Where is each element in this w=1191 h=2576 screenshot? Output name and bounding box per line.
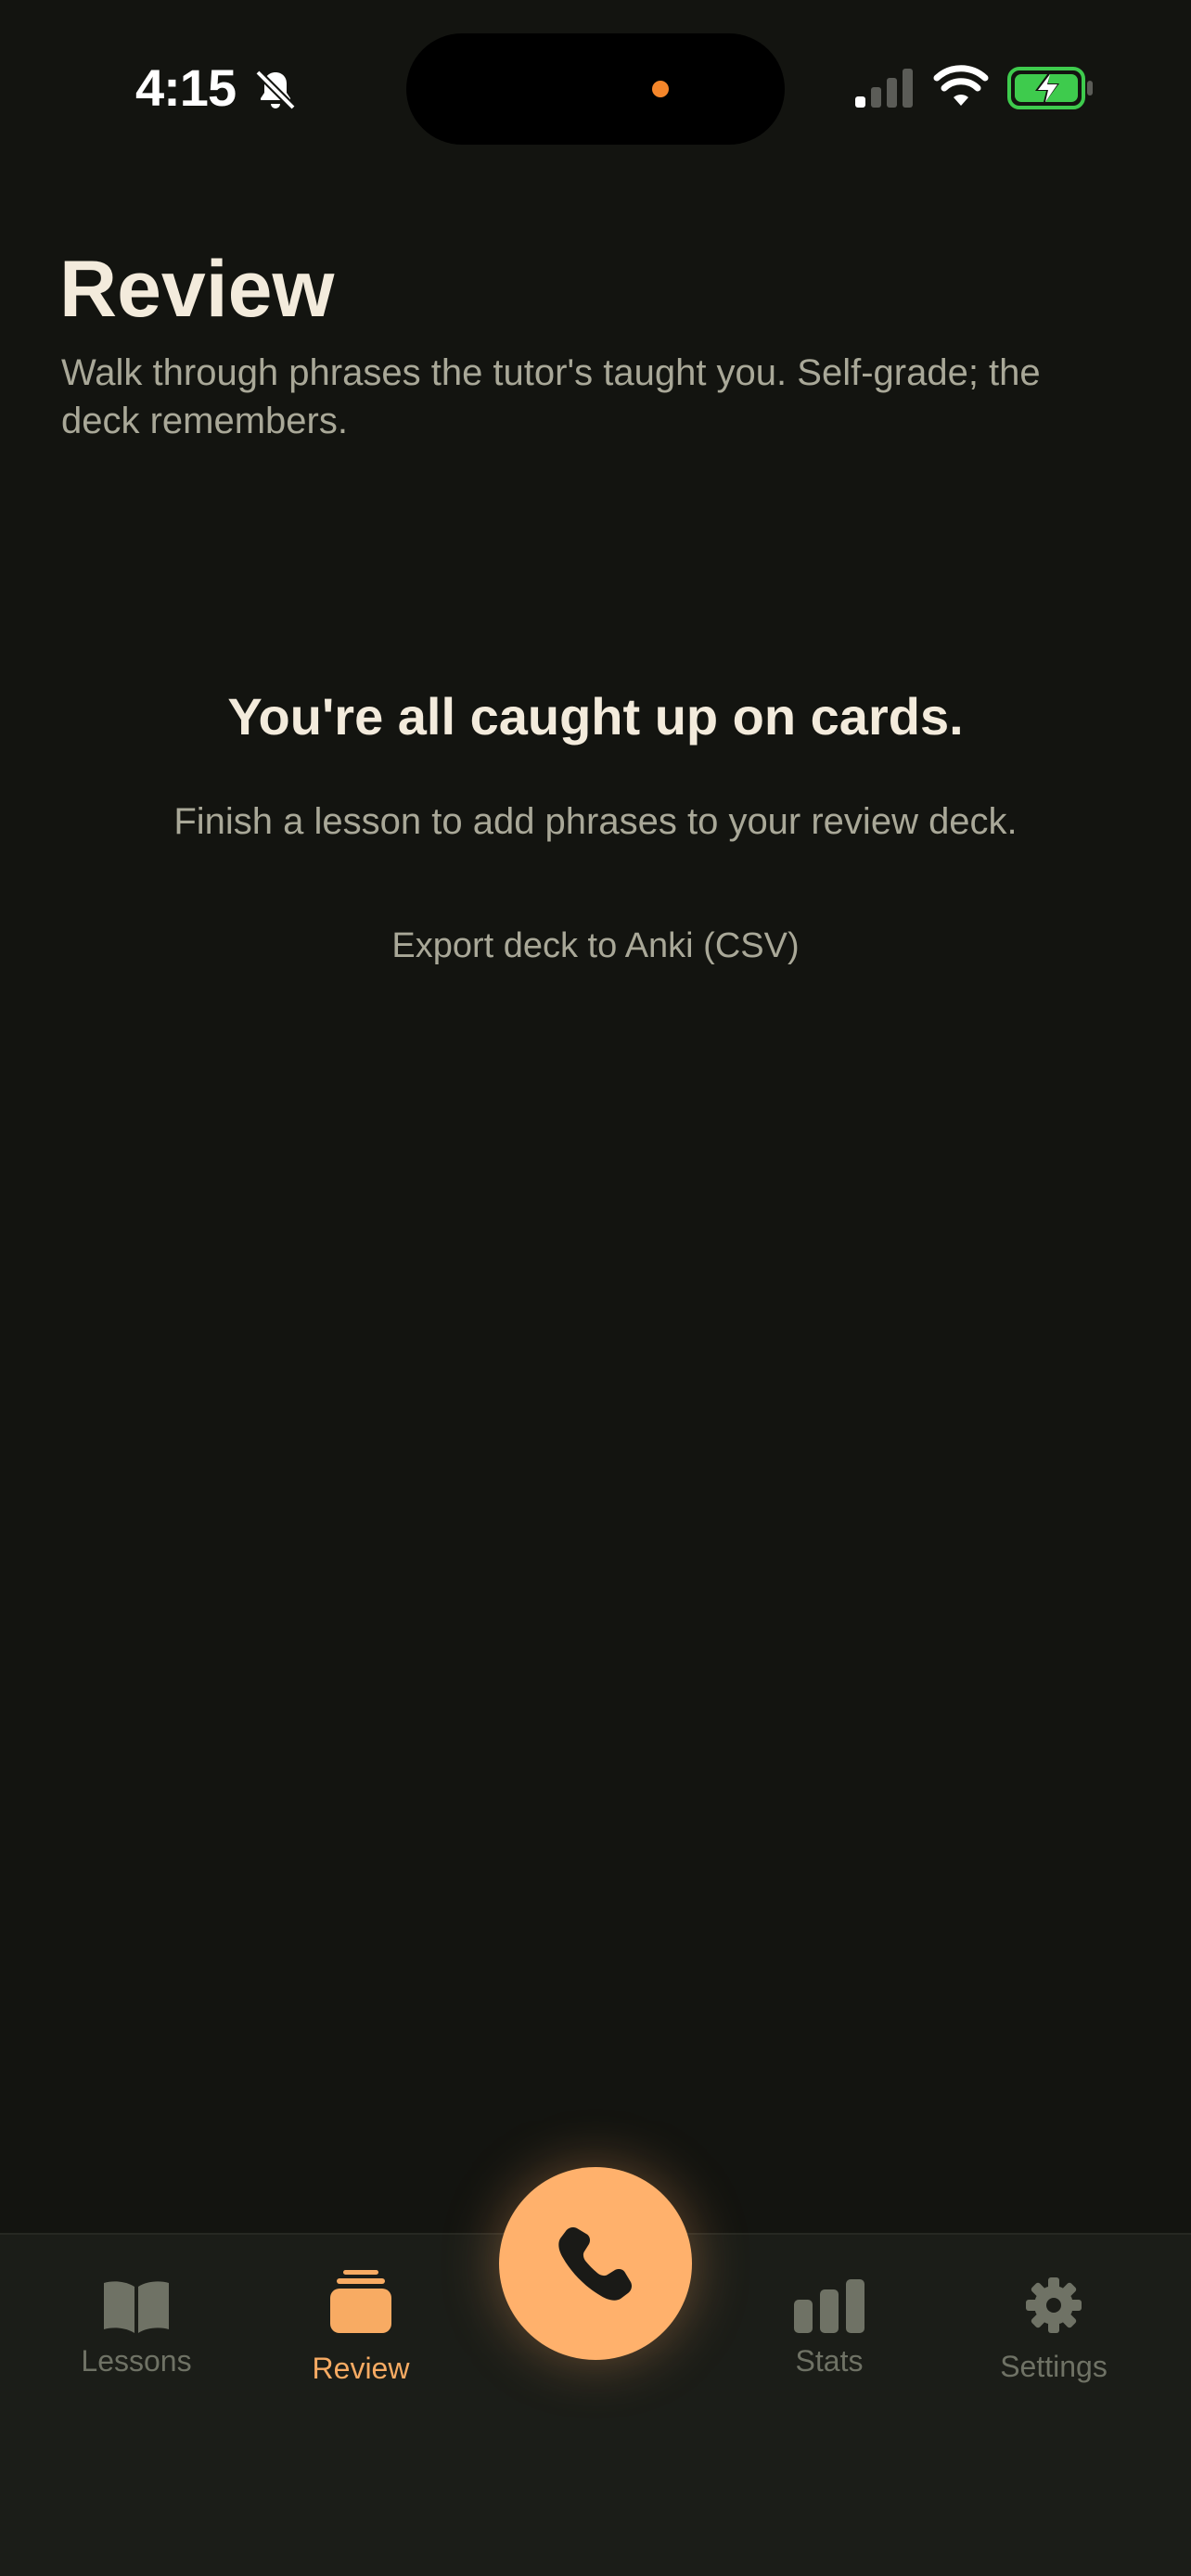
tab-stats[interactable]: Stats (727, 2235, 931, 2420)
tab-settings-label: Settings (1000, 2350, 1108, 2383)
tab-stats-label: Stats (795, 2344, 864, 2378)
phone-icon (558, 2227, 632, 2301)
status-time: 4:15 (135, 58, 237, 117)
tab-settings[interactable]: Settings (952, 2235, 1156, 2420)
tab-lessons[interactable]: Lessons (34, 2235, 238, 2420)
export-anki-button[interactable]: Export deck to Anki (CSV) (317, 916, 874, 976)
tab-lessons-label: Lessons (81, 2344, 192, 2378)
battery-charging-icon (1007, 67, 1093, 109)
page-title: Review (59, 245, 335, 334)
book-icon (104, 2281, 169, 2333)
screen: 4:15 Review Walk through phrases the tut… (0, 0, 1191, 2576)
empty-state-title: You're all caught up on cards. (227, 687, 964, 746)
tab-review[interactable]: Review (259, 2235, 463, 2420)
tab-review-label: Review (312, 2352, 410, 2385)
call-tutor-button[interactable] (499, 2167, 692, 2360)
bar-chart-icon (794, 2279, 864, 2333)
gear-icon (1026, 2277, 1082, 2333)
card-stack-icon (330, 2270, 391, 2333)
wifi-icon (933, 65, 989, 106)
privacy-indicator-dot (652, 81, 669, 97)
page-subtitle: Walk through phrases the tutor's taught … (61, 352, 1041, 441)
bell-slash-icon (255, 70, 296, 110)
dynamic-island (406, 33, 785, 145)
cellular-signal-icon (855, 69, 913, 108)
empty-state-description: Finish a lesson to add phrases to your r… (173, 801, 1018, 842)
